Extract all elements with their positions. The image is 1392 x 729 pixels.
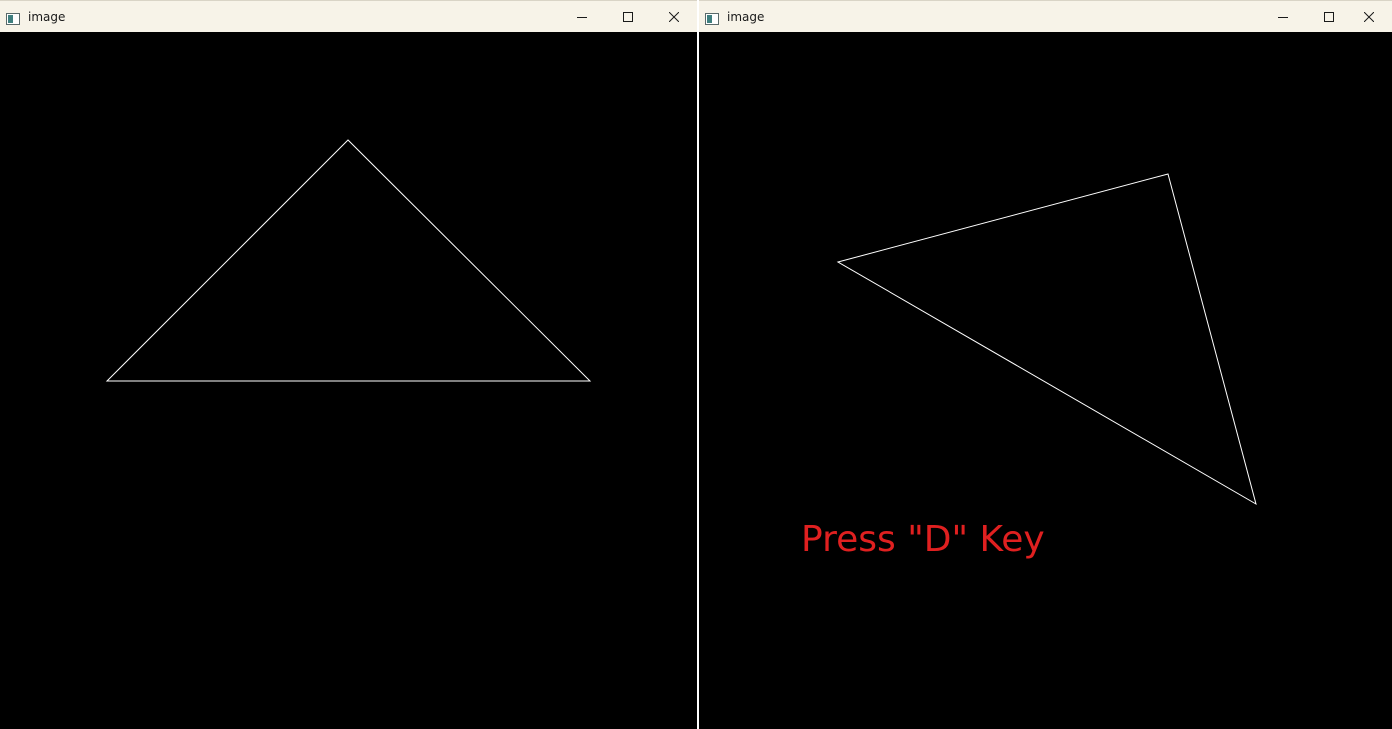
close-button[interactable]: [651, 2, 697, 32]
app-icon: [6, 10, 20, 25]
canvas-drawing: [105, 139, 592, 382]
close-icon: [1364, 12, 1374, 22]
image-canvas: [0, 32, 697, 729]
right-image-window: image Press "D" Key: [699, 0, 1392, 729]
close-icon: [669, 12, 679, 22]
canvas-drawing: [836, 173, 1257, 506]
maximize-icon: [1324, 12, 1334, 22]
window-title: image: [727, 10, 765, 24]
minimize-icon: [1278, 12, 1288, 22]
minimize-button[interactable]: [559, 2, 605, 32]
window-title: image: [28, 10, 66, 24]
title-bar[interactable]: image: [699, 0, 1392, 32]
minimize-button[interactable]: [1260, 2, 1306, 32]
maximize-icon: [623, 12, 633, 22]
instruction-label: Press "D" Key: [801, 519, 1045, 560]
image-canvas: Press "D" Key: [699, 32, 1392, 729]
app-icon: [705, 10, 719, 25]
close-button[interactable]: [1346, 2, 1392, 32]
minimize-icon: [577, 12, 587, 22]
left-image-window: image: [0, 0, 697, 729]
maximize-button[interactable]: [605, 2, 651, 32]
title-bar[interactable]: image: [0, 0, 697, 32]
triangle: [105, 139, 592, 382]
rotated-triangle: [836, 173, 1257, 506]
